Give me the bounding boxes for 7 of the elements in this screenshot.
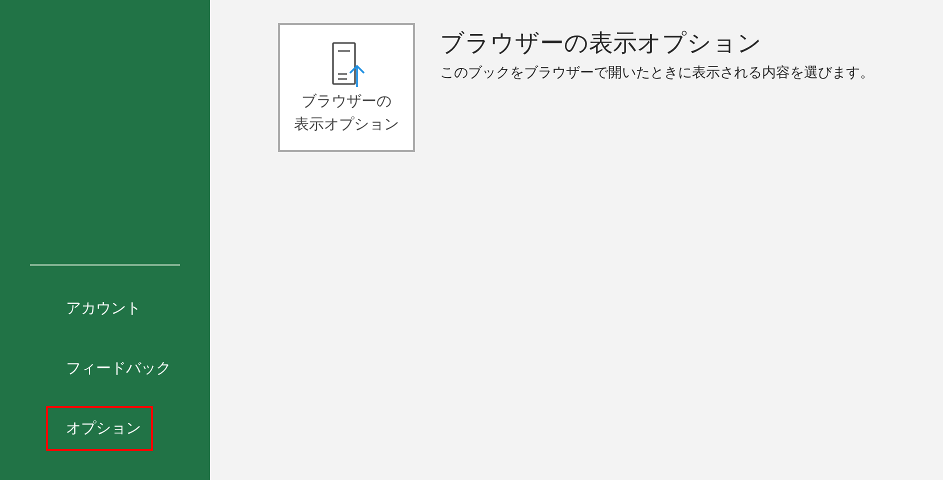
button-label: ブラウザーの 表示オプション [294, 91, 399, 135]
section-title: ブラウザーの表示オプション [440, 28, 763, 59]
sidebar-item[interactable]: オプション [46, 406, 153, 451]
browser-view-options-button[interactable]: ブラウザーの 表示オプション [278, 23, 415, 152]
sidebar-item[interactable]: アカウント [46, 286, 153, 331]
sidebar-item[interactable]: フィードバック [46, 346, 177, 391]
section-description: このブックをブラウザーで開いたときに表示される内容を選びます。 [440, 64, 874, 83]
